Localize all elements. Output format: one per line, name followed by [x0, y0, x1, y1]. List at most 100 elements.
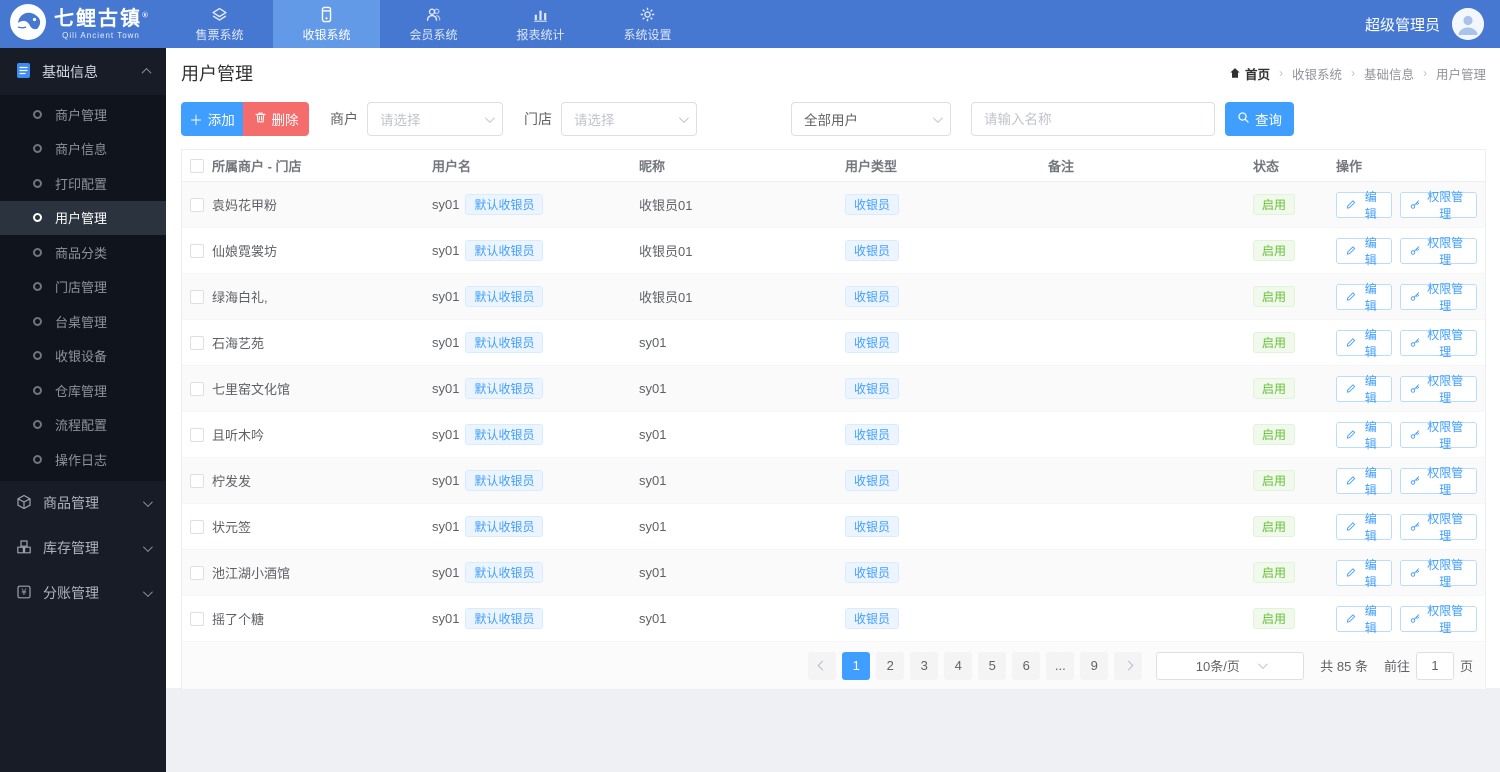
breadcrumb-item[interactable]: 基础信息 [1364, 64, 1414, 83]
breadcrumb-item[interactable]: 收银系统 [1292, 64, 1342, 83]
breadcrumb: 首页 › 收银系统 › 基础信息 › 用户管理 [1229, 64, 1486, 83]
row-checkbox[interactable] [190, 243, 204, 258]
edit-button[interactable]: 编辑 [1336, 512, 1392, 543]
sidebar-submenu-item[interactable]: 商品分类 [0, 235, 166, 270]
breadcrumb-home[interactable]: 首页 [1229, 64, 1270, 83]
page-number-button[interactable]: 5 [978, 651, 1007, 680]
table-row: 柠发发 sy01 默认收银员 sy01 收银员 启用 编辑 权限管理 [182, 458, 1485, 504]
name-search-input[interactable] [971, 102, 1215, 136]
row-checkbox[interactable] [190, 289, 204, 304]
page-number-button[interactable]: 2 [876, 651, 905, 680]
pencil-icon [1346, 430, 1356, 439]
sidebar-group-basic-info[interactable]: 基础信息 [0, 48, 166, 95]
default-cashier-tag: 默认收银员 [465, 194, 544, 215]
sidebar-group-goods[interactable]: 商品管理 [0, 481, 166, 526]
sidebar-submenu-item[interactable]: 商户信息 [0, 132, 166, 167]
edit-button[interactable]: 编辑 [1336, 420, 1392, 451]
edit-button[interactable]: 编辑 [1336, 558, 1392, 589]
edit-button[interactable]: 编辑 [1336, 282, 1392, 313]
prev-page-button[interactable] [808, 651, 837, 680]
cell-user-type: 收银员 [845, 194, 1048, 215]
row-checkbox[interactable] [190, 381, 204, 396]
select-all-checkbox[interactable] [190, 158, 204, 173]
sidebar-submenu-item[interactable]: 操作日志 [0, 442, 166, 477]
page-number-button[interactable]: 9 [1080, 651, 1109, 680]
bullet-icon [33, 109, 42, 119]
edit-button[interactable]: 编辑 [1336, 374, 1392, 405]
nav-tab-member-system[interactable]: 会员系统 [380, 0, 487, 48]
permission-manage-button[interactable]: 权限管理 [1399, 558, 1477, 589]
column-merchant-store: 所属商户 - 门店 [212, 159, 302, 174]
page-number-button[interactable]: ... [1046, 651, 1075, 680]
page-size-select[interactable]: 10条/页 [1156, 651, 1305, 680]
permission-manage-button[interactable]: 权限管理 [1399, 512, 1477, 543]
table-row: 绿海白礼, sy01 默认收银员 收银员01 收银员 启用 编辑 权限管理 [182, 274, 1485, 320]
nav-tab-ticket-system[interactable]: 售票系统 [166, 0, 273, 48]
row-checkbox[interactable] [190, 473, 204, 488]
merchant-select[interactable]: 请选择 [367, 102, 503, 136]
bullet-icon [33, 282, 42, 292]
row-checkbox[interactable] [190, 565, 204, 580]
row-checkbox[interactable] [190, 519, 204, 534]
sidebar-group-split-account[interactable]: ¥ 分账管理 [0, 571, 166, 616]
default-cashier-tag: 默认收银员 [465, 286, 544, 307]
report-icon [532, 6, 549, 23]
search-button[interactable]: 查询 [1225, 102, 1294, 136]
add-button[interactable]: ＋添加 [181, 102, 243, 136]
sidebar-submenu-item[interactable]: 台桌管理 [0, 304, 166, 339]
permission-manage-button[interactable]: 权限管理 [1399, 190, 1477, 221]
goto-page-input[interactable] [1415, 651, 1454, 680]
sidebar-submenu-item[interactable]: 用户管理 [0, 200, 166, 235]
permission-manage-button[interactable]: 权限管理 [1399, 236, 1477, 267]
chevron-down-icon [484, 112, 495, 123]
default-cashier-tag: 默认收银员 [465, 516, 544, 537]
nav-tab-report-stats[interactable]: 报表统计 [487, 0, 594, 48]
edit-button[interactable]: 编辑 [1336, 604, 1392, 635]
permission-manage-button[interactable]: 权限管理 [1399, 282, 1477, 313]
edit-button[interactable]: 编辑 [1336, 236, 1392, 267]
cell-user-type: 收银员 [845, 562, 1048, 583]
page-number-button[interactable]: 4 [944, 651, 973, 680]
sidebar-submenu-item[interactable]: 仓库管理 [0, 373, 166, 408]
sidebar-submenu-item[interactable]: 打印配置 [0, 166, 166, 201]
nav-tab-system-settings[interactable]: 系统设置 [594, 0, 701, 48]
edit-button[interactable]: 编辑 [1336, 328, 1392, 359]
user-type-select[interactable]: 全部用户 [791, 102, 951, 136]
user-avatar[interactable] [1452, 8, 1484, 40]
sidebar-submenu-item[interactable]: 门店管理 [0, 270, 166, 305]
chevron-down-icon [142, 586, 153, 597]
column-username: 用户名 [432, 159, 472, 174]
key-icon [1410, 614, 1419, 623]
row-checkbox[interactable] [190, 427, 204, 442]
edit-button[interactable]: 编辑 [1336, 190, 1392, 221]
cell-merchant-store: 七里窑文化馆 [212, 382, 291, 397]
row-checkbox[interactable] [190, 197, 204, 212]
page-number-button[interactable]: 1 [842, 651, 871, 680]
permission-manage-button[interactable]: 权限管理 [1399, 420, 1477, 451]
sidebar-submenu-item[interactable]: 商户管理 [0, 97, 166, 132]
plus-icon: ＋ [189, 113, 203, 128]
user-type-tag: 收银员 [845, 332, 900, 353]
cell-username: sy01 默认收银员 [432, 470, 639, 491]
sidebar-group-inventory[interactable]: 库存管理 [0, 526, 166, 571]
cell-username: sy01 默认收银员 [432, 608, 639, 629]
delete-button[interactable]: 删除 [243, 102, 309, 136]
sidebar-submenu-item[interactable]: 流程配置 [0, 408, 166, 443]
permission-manage-button[interactable]: 权限管理 [1399, 604, 1477, 635]
edit-button[interactable]: 编辑 [1336, 466, 1392, 497]
ticket-icon [211, 6, 228, 23]
cell-actions: 编辑 权限管理 [1336, 604, 1485, 635]
next-page-button[interactable] [1114, 651, 1143, 680]
sidebar-submenu-item[interactable]: 收银设备 [0, 339, 166, 374]
permission-manage-button[interactable]: 权限管理 [1399, 328, 1477, 359]
sidebar-submenu: 商户管理 商户信息 打印配置 用户管理 商品分类 门店管理 台桌管理 收银设备 … [0, 95, 166, 481]
page-number-button[interactable]: 3 [910, 651, 939, 680]
permission-manage-button[interactable]: 权限管理 [1399, 466, 1477, 497]
permission-manage-button[interactable]: 权限管理 [1399, 374, 1477, 405]
store-select[interactable]: 请选择 [561, 102, 697, 136]
row-checkbox[interactable] [190, 335, 204, 350]
page-number-button[interactable]: 6 [1012, 651, 1041, 680]
nav-tab-cashier-system[interactable]: 收银系统 [273, 0, 380, 48]
cell-nickname: sy01 [639, 427, 667, 442]
row-checkbox[interactable] [190, 611, 204, 626]
